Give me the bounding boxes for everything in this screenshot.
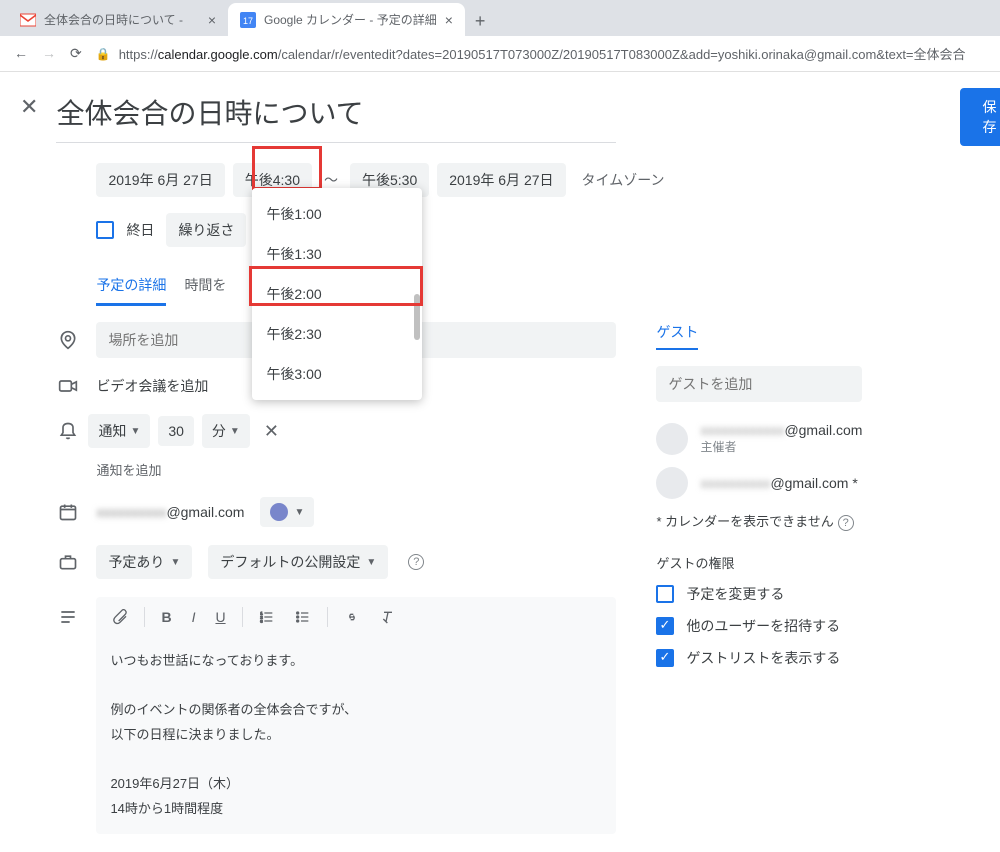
description-text[interactable]: いつもお世話になっております。 例のイベントの関係者の全体会合ですが、 以下の日…: [96, 637, 616, 834]
event-color-picker[interactable]: ▼: [260, 497, 314, 527]
time-picker-dropdown: 午後1:00 午後1:30 午後2:00 午後2:30 午後3:00: [252, 188, 422, 400]
calendar-icon: [56, 502, 80, 522]
allday-checkbox[interactable]: [96, 221, 114, 239]
lock-icon: 🔒: [96, 47, 111, 61]
time-option[interactable]: 午後2:00: [252, 274, 422, 314]
description-icon: [56, 597, 80, 627]
chevron-down-icon: ▼: [294, 507, 304, 518]
notification-unit-dropdown[interactable]: 分▼: [202, 414, 250, 448]
guest-list-item[interactable]: xxxxxxxxxx@gmail.com *: [656, 467, 862, 499]
browser-tab-strip: 全体会合の日時について - × 17 Google カレンダー - 予定の詳細 …: [0, 0, 1000, 36]
address-bar: ← → ⟳ 🔒 https://calendar.google.com/cale…: [0, 36, 1000, 72]
guest-list-item[interactable]: xxxxxxxxxxxx@gmail.com 主催者: [656, 422, 862, 455]
color-dot-icon: [270, 503, 288, 521]
location-icon: [56, 330, 80, 350]
attach-icon[interactable]: [104, 603, 136, 631]
browser-tab-gmail[interactable]: 全体会合の日時について - ×: [8, 3, 228, 36]
guest-role: 主催者: [700, 438, 862, 455]
timezone-link[interactable]: タイムゾーン: [582, 170, 665, 190]
gmail-icon: [20, 12, 36, 28]
allday-label: 終日: [126, 220, 154, 240]
add-video-conf[interactable]: ビデオ会議を追加: [96, 376, 208, 396]
guest-email: xxxxxxxxxx@gmail.com *: [700, 475, 857, 491]
end-date-chip[interactable]: 2019年 6月 27日: [437, 163, 565, 197]
numbered-list-icon[interactable]: 123: [251, 603, 283, 631]
close-editor-button[interactable]: ✕: [20, 88, 38, 120]
perm-modify-event[interactable]: 予定を変更する: [656, 584, 862, 604]
reload-icon[interactable]: ⟳: [70, 45, 82, 62]
guest-permissions-title: ゲストの権限: [656, 553, 862, 572]
bullet-list-icon[interactable]: [287, 603, 319, 631]
svg-text:17: 17: [243, 16, 253, 26]
close-icon[interactable]: ×: [445, 12, 453, 28]
forward-icon[interactable]: →: [42, 45, 56, 62]
avatar: [656, 467, 688, 499]
bold-button[interactable]: B: [153, 603, 179, 631]
back-icon[interactable]: ←: [14, 45, 28, 62]
tab-find-time[interactable]: 時間を: [184, 275, 226, 306]
add-guest-input[interactable]: [656, 366, 862, 402]
underline-button[interactable]: U: [207, 603, 233, 631]
help-icon[interactable]: ?: [838, 515, 854, 531]
link-icon[interactable]: [336, 603, 368, 631]
italic-button[interactable]: I: [184, 603, 204, 631]
checkbox[interactable]: [656, 617, 674, 635]
avatar: [656, 423, 688, 455]
perm-invite-others[interactable]: 他のユーザーを招待する: [656, 616, 862, 636]
close-icon[interactable]: ×: [208, 12, 216, 28]
checkbox[interactable]: [656, 649, 674, 667]
scrollbar[interactable]: [414, 294, 420, 340]
clear-format-icon[interactable]: [372, 603, 404, 631]
visibility-dropdown[interactable]: デフォルトの公開設定▼: [208, 545, 388, 579]
tab-title: 全体会合の日時について -: [44, 11, 200, 28]
new-tab-button[interactable]: +: [465, 7, 496, 36]
chevron-down-icon: ▼: [230, 426, 240, 437]
time-range-separator: 〜: [320, 170, 342, 190]
notification-value[interactable]: 30: [158, 416, 194, 446]
editor-toolbar: B I U 123: [96, 597, 616, 637]
briefcase-icon: [56, 552, 80, 572]
calendar-owner: xxxxxxxxxx@gmail.com: [96, 504, 244, 520]
bell-icon: [56, 421, 80, 441]
busy-status-dropdown[interactable]: 予定あり▼: [96, 545, 192, 579]
event-title-input[interactable]: 全体会合の日時について: [56, 88, 616, 143]
chevron-down-icon: ▼: [170, 557, 180, 568]
video-icon: [56, 376, 80, 396]
perm-see-guest-list[interactable]: ゲストリストを表示する: [656, 648, 862, 668]
notification-type-dropdown[interactable]: 通知▼: [88, 414, 150, 448]
url-field[interactable]: 🔒 https://calendar.google.com/calendar/r…: [96, 44, 986, 63]
description-editor[interactable]: B I U 123 いつもお世話になっております。 例のイベントの関係者の: [96, 597, 616, 834]
time-option[interactable]: 午後1:00: [252, 194, 422, 234]
tab-event-details[interactable]: 予定の詳細: [96, 275, 166, 306]
repeat-dropdown[interactable]: 繰り返さ: [166, 213, 246, 247]
chevron-down-icon: ▼: [366, 557, 376, 568]
tab-title: Google カレンダー - 予定の詳細: [264, 11, 437, 28]
checkbox[interactable]: [656, 585, 674, 603]
start-date-chip[interactable]: 2019年 6月 27日: [96, 163, 224, 197]
chevron-down-icon: ▼: [130, 426, 140, 437]
remove-notification-button[interactable]: ✕: [258, 421, 285, 442]
time-option[interactable]: 午後2:30: [252, 314, 422, 354]
time-option[interactable]: 午後1:30: [252, 234, 422, 274]
guests-section-title: ゲスト: [656, 322, 698, 350]
svg-text:3: 3: [260, 618, 263, 623]
guest-email: xxxxxxxxxxxx@gmail.com: [700, 422, 862, 438]
add-notification-link[interactable]: 通知を追加: [96, 460, 616, 479]
gcal-icon: 17: [240, 12, 256, 28]
help-icon[interactable]: ?: [408, 554, 424, 570]
browser-tab-calendar[interactable]: 17 Google カレンダー - 予定の詳細 ×: [228, 3, 465, 36]
calendar-unavailable-warning: * カレンダーを表示できません?: [656, 511, 862, 531]
save-button[interactable]: 保存: [960, 88, 1000, 146]
time-option[interactable]: 午後3:00: [252, 354, 422, 394]
